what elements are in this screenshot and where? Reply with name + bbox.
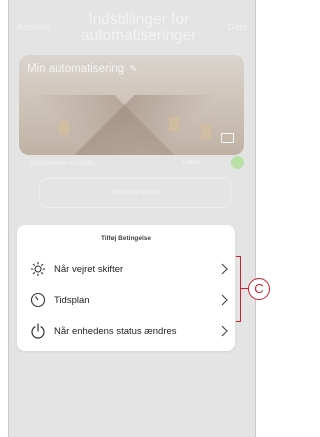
automation-name[interactable]: Min automatisering ✎ (27, 63, 138, 75)
chevron-right-icon (221, 325, 228, 337)
house-window (59, 121, 69, 135)
add-condition-button[interactable]: Tilføj Betingelsen (39, 178, 231, 208)
clock-icon (30, 292, 46, 308)
header-bar: Annullér Indstillinger for automatiserin… (9, 0, 255, 52)
option-label: Tidsplan (54, 294, 90, 306)
sheet-title: Tilføj Betingelse (100, 235, 152, 242)
phone-screen: Annullér Indstillinger for automatiserin… (8, 0, 256, 437)
automation-name-text: Min automatisering (27, 63, 125, 75)
status-toggle[interactable] (231, 156, 244, 169)
image-icon[interactable] (221, 133, 234, 143)
cancel-button[interactable]: Annullér (9, 22, 58, 32)
option-schedule[interactable]: Tidsplan (17, 285, 235, 315)
option-device-status[interactable]: Når enhedens status ændres (17, 316, 235, 346)
add-condition-sheet: Tilføj Betingelse Når vejret skifter Tid… (17, 225, 235, 351)
automation-card[interactable]: Min automatisering ✎ (19, 55, 244, 155)
callout-marker: C (248, 278, 270, 300)
chevron-right-icon (221, 263, 228, 275)
weather-sun-icon (31, 262, 45, 276)
conditions-label: Betingelserne er opfyldt (31, 161, 95, 167)
house-window (169, 117, 179, 131)
callout-bracket (236, 256, 241, 322)
save-button[interactable]: Gem (219, 22, 255, 32)
edit-pencil-icon[interactable]: ✎ (129, 64, 137, 75)
power-icon (31, 323, 45, 339)
conditions-dropdown[interactable]: Betingelserne er opfyldt ⌄ (31, 160, 101, 167)
conditions-right-label: Udført (183, 160, 200, 166)
option-label: Når vejret skifter (54, 263, 124, 275)
house-window (201, 125, 211, 139)
option-weather[interactable]: Når vejret skifter (17, 254, 235, 284)
chevron-down-icon: ⌄ (95, 161, 101, 167)
page-title: Indstillinger for automatiseringer (81, 11, 197, 44)
chevron-right-icon (221, 294, 228, 306)
option-label: Når enhedens status ændres (54, 325, 177, 337)
